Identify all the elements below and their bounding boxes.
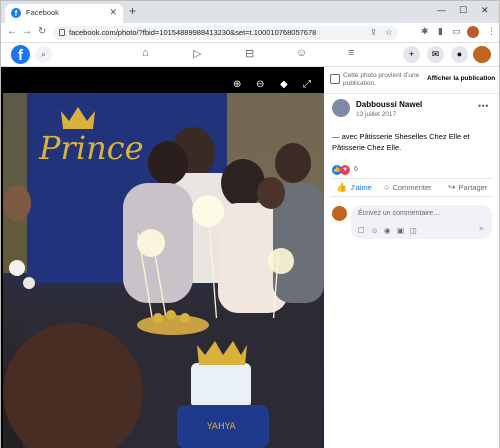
profile-icon[interactable] <box>467 26 479 38</box>
watch-icon[interactable]: ▷ <box>193 47 201 60</box>
fullscreen-icon[interactable]: ⤢ <box>303 79 311 90</box>
more-options-icon[interactable]: ••• <box>478 101 489 111</box>
reading-list-icon[interactable]: ▭ <box>452 26 461 37</box>
gif-icon[interactable]: ▣ <box>397 226 404 235</box>
share-page-icon[interactable]: ⇪ <box>370 27 377 38</box>
lock-icon <box>59 29 65 36</box>
emoji-icon[interactable]: ☺ <box>371 226 379 235</box>
bookmark-star-icon[interactable]: ☆ <box>385 27 393 38</box>
side-panel-icon[interactable]: ▮ <box>438 26 443 37</box>
comment-icon: ○ <box>384 182 390 192</box>
facebook-header: f ⌕ ⌂ ▷ ⊟ ☺ ≡ + ✉ ● <box>1 43 499 67</box>
account-avatar[interactable] <box>473 46 491 63</box>
url-text[interactable]: facebook.com/photo/?fbid=101548899884132… <box>69 28 316 37</box>
browser-menu-icon[interactable]: ⋮ <box>487 26 496 37</box>
facebook-favicon-icon: f <box>11 8 21 18</box>
marketplace-icon[interactable]: ⊟ <box>245 47 254 60</box>
author-avatar[interactable] <box>332 99 350 117</box>
browser-window: f Facebook ✕ + — ☐ ✕ ← → ↻ facebook.com/… <box>0 0 500 448</box>
sticker-icon[interactable]: ☐ <box>358 226 365 235</box>
post-caption: — avec Pâtisserie Sheselles Chez Elle et… <box>332 132 470 152</box>
thumbs-up-icon: 👍 <box>336 182 348 192</box>
like-label: J’aime <box>350 183 372 192</box>
divider <box>330 196 493 197</box>
tab-strip: f Facebook ✕ + — ☐ ✕ <box>1 1 499 23</box>
new-tab-icon[interactable]: + <box>129 4 136 18</box>
browser-tab[interactable]: f Facebook ✕ <box>5 4 123 23</box>
create-icon[interactable]: + <box>403 46 420 63</box>
minimize-icon[interactable]: — <box>437 5 446 15</box>
camera-icon[interactable]: ◉ <box>384 226 391 235</box>
divider <box>324 93 499 94</box>
share-button[interactable]: ↪ Partager <box>448 182 487 193</box>
current-user-avatar[interactable] <box>332 206 347 221</box>
reaction-count[interactable]: 6 <box>354 166 358 173</box>
avatar-sticker-icon[interactable]: ◫ <box>410 226 417 235</box>
back-icon[interactable]: ← <box>7 26 17 37</box>
home-icon[interactable]: ⌂ <box>142 47 149 59</box>
cake-text: YAHYA <box>206 422 237 432</box>
share-icon: ↪ <box>448 182 456 192</box>
groups-icon[interactable]: ☺ <box>296 47 307 59</box>
search-icon[interactable]: ⌕ <box>35 46 52 63</box>
reload-icon[interactable]: ↻ <box>38 26 46 37</box>
tag-icon[interactable]: ◆ <box>280 79 288 90</box>
facebook-logo-icon[interactable]: f <box>11 45 30 64</box>
extensions-icon[interactable]: ✱ <box>421 26 429 37</box>
send-icon[interactable]: ➤ <box>478 224 485 233</box>
tab-close-icon[interactable]: ✕ <box>109 7 117 18</box>
like-button[interactable]: 👍 J’aime <box>336 182 372 193</box>
publication-notice: Cette photo provient d’une publication. <box>343 72 420 87</box>
author-name[interactable]: Dabboussi Nawel <box>356 100 422 109</box>
post-panel: Cette photo provient d’une publication. … <box>324 67 499 448</box>
tab-title: Facebook <box>26 8 59 17</box>
comment-button[interactable]: ○ Commenter <box>384 182 432 192</box>
messenger-icon[interactable]: ✉ <box>427 46 444 63</box>
birthday-photo-illustration: Prince YAHYA <box>3 93 324 448</box>
address-bar-row: ← → ↻ facebook.com/photo/?fbid=101548899… <box>1 23 499 43</box>
show-publication-link[interactable]: Afficher la publication <box>427 75 495 82</box>
banner-text: Prince <box>38 129 144 167</box>
divider <box>330 178 493 179</box>
close-window-icon[interactable]: ✕ <box>481 5 489 16</box>
publication-icon <box>330 74 340 84</box>
notifications-icon[interactable]: ● <box>451 46 468 63</box>
maximize-icon[interactable]: ☐ <box>459 5 467 16</box>
share-label: Partager <box>458 183 488 192</box>
zoom-out-icon[interactable]: ⊖ <box>256 79 264 90</box>
comment-placeholder: Écrivez un commentaire… <box>358 210 441 217</box>
post-date[interactable]: 13 juillet 2017 <box>356 111 396 118</box>
photo-image[interactable]: Prince YAHYA <box>3 93 324 448</box>
love-reaction-icon: ♥ <box>340 165 350 175</box>
forward-icon[interactable]: → <box>22 26 32 37</box>
comment-input[interactable]: Écrivez un commentaire… ☐ ☺ ◉ ▣ ◫ ➤ <box>351 205 492 239</box>
comment-label: Commenter <box>392 183 432 192</box>
zoom-in-icon[interactable]: ⊕ <box>233 79 241 90</box>
photo-viewer: ⊕ ⊖ ◆ ⤢ Prince YAHYA <box>1 67 324 448</box>
menu-icon[interactable]: ≡ <box>348 47 354 59</box>
url-bar[interactable]: facebook.com/photo/?fbid=101548899884132… <box>53 26 398 40</box>
